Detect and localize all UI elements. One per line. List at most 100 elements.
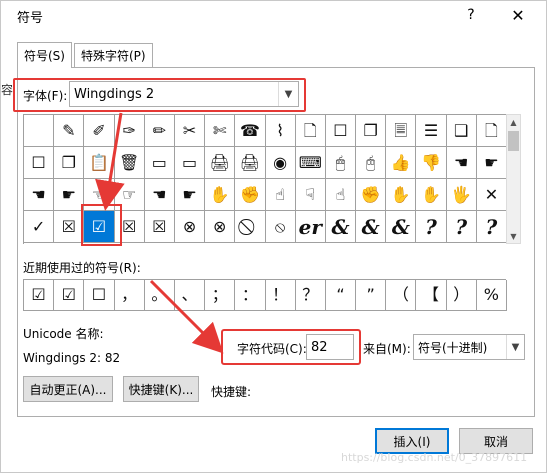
background-char: 容	[1, 83, 14, 97]
symbol-dialog: 符号 ? ✕ 容 符号(S) 特殊字符(P) 字体(F): Wingdings …	[0, 0, 547, 473]
from-value: 符号(十进制)	[418, 340, 488, 355]
symbol-cell[interactable]: ✂	[174, 115, 206, 147]
recent-symbol-cell[interactable]: 【	[416, 280, 447, 311]
symbol-cell[interactable]: ❑	[446, 115, 477, 147]
recent-symbol-cell[interactable]: 、	[174, 280, 206, 311]
symbol-cell[interactable]: ▭	[144, 147, 175, 179]
symbol-cell[interactable]: ✐	[84, 115, 115, 147]
shortcut-key-button[interactable]: 快捷键(K)...	[123, 376, 199, 402]
symbol-cell[interactable]: ☚	[144, 179, 175, 211]
symbol-cell[interactable]: ☒	[144, 211, 175, 243]
symbol-cell[interactable]: ✄	[205, 115, 236, 147]
recent-symbol-cell[interactable]: 。	[144, 280, 175, 311]
scroll-down-icon[interactable]: ▼	[507, 229, 520, 243]
symbol-cell[interactable]: ?	[446, 211, 477, 243]
symbol-cell[interactable]: ?	[416, 211, 447, 243]
symbol-cell[interactable]: ☛	[174, 179, 206, 211]
symbol-cell[interactable]: ⃠	[235, 211, 266, 243]
symbol-cell[interactable]: ✎	[54, 115, 85, 147]
symbol-cell[interactable]: 🖱	[325, 147, 357, 179]
symbol-cell[interactable]: ⌇	[265, 115, 296, 147]
symbol-cell[interactable]: ☒	[54, 211, 85, 243]
symbol-cell[interactable]: 🗑	[114, 147, 145, 179]
tab-symbols[interactable]: 符号(S)	[17, 42, 72, 68]
from-select[interactable]: 符号(十进制) ▼	[413, 334, 525, 360]
symbol-cell[interactable]: 🗋	[476, 115, 507, 147]
recent-symbol-cell[interactable]: ”	[356, 280, 387, 311]
code-description: Wingdings 2: 82	[23, 351, 121, 365]
autocorrect-button[interactable]: 自动更正(A)...	[23, 376, 113, 402]
symbol-cell[interactable]: ⌨	[295, 147, 326, 179]
symbol-cell[interactable]: ☎	[235, 115, 266, 147]
font-highlight-box	[13, 78, 306, 112]
symbol-cell[interactable]: ✊	[235, 179, 266, 211]
symbol-cell[interactable]: ✋	[386, 179, 417, 211]
symbol-cell[interactable]: ☰	[416, 115, 447, 147]
symbol-cell[interactable]: ☛	[54, 179, 85, 211]
tab-special-characters[interactable]: 特殊字符(P)	[74, 43, 153, 67]
recent-symbol-cell[interactable]: （	[386, 280, 417, 311]
watermark: https://blog.csdn.net/0_37897611	[341, 451, 528, 464]
symbol-grid-scrollbar[interactable]: ▲ ▼	[506, 114, 521, 244]
symbol-cell[interactable]: ?	[476, 211, 507, 243]
symbol-cell[interactable]: ☐	[325, 115, 357, 147]
symbol-cell[interactable]: 🖐	[446, 179, 477, 211]
symbol-cell[interactable]: ☛	[476, 147, 507, 179]
recent-symbol-cell[interactable]: ？	[295, 280, 326, 311]
symbol-cell[interactable]: ✓	[24, 211, 55, 243]
recent-symbol-cell[interactable]: ☐	[84, 280, 115, 311]
symbol-cell[interactable]: ⊗	[174, 211, 206, 243]
scroll-thumb[interactable]	[508, 131, 519, 151]
symbol-cell[interactable]: ☚	[24, 179, 55, 211]
symbol-cell[interactable]: ✕	[476, 179, 507, 211]
recent-symbol-cell[interactable]: “	[325, 280, 357, 311]
recent-symbol-cell[interactable]: ☑	[54, 280, 85, 311]
recent-symbol-cell[interactable]: ，	[114, 280, 145, 311]
recent-symbol-cell[interactable]: ）	[446, 280, 477, 311]
recent-symbols-label: 近期使用过的符号(R):	[23, 261, 141, 275]
unicode-name-label: Unicode 名称:	[23, 327, 104, 341]
close-button[interactable]: ✕	[503, 3, 533, 27]
recent-symbol-cell[interactable]: ；	[205, 280, 236, 311]
symbol-cell[interactable]: ⊗	[205, 211, 236, 243]
recent-symbol-cell[interactable]: ！	[265, 280, 296, 311]
symbol-cell[interactable]: ❐	[54, 147, 85, 179]
symbol-cell[interactable]: ✋	[416, 179, 447, 211]
symbol-cell[interactable]: ✏	[144, 115, 175, 147]
symbol-cell[interactable]: 🖨	[235, 147, 266, 179]
symbol-cell[interactable]: ✊	[356, 179, 387, 211]
symbol-cell[interactable]: 👍	[386, 147, 417, 179]
scroll-up-icon[interactable]: ▲	[507, 115, 520, 129]
symbol-cell[interactable]: 🗏	[386, 115, 417, 147]
symbol-cell[interactable]: 🗋	[295, 115, 326, 147]
help-button[interactable]: ?	[459, 3, 483, 27]
symbol-cell[interactable]: &	[386, 211, 417, 243]
symbol-cell[interactable]: ☝	[265, 179, 296, 211]
symbol-cell[interactable]: 📋	[84, 147, 115, 179]
chevron-down-icon[interactable]: ▼	[506, 335, 524, 359]
symbol-cell[interactable]: ☟	[295, 179, 326, 211]
dialog-title: 符号	[17, 11, 44, 26]
char-code-input[interactable]: 82	[306, 334, 354, 360]
recent-symbol-cell[interactable]: ☑	[24, 280, 55, 311]
symbol-cell[interactable]: ⦸	[265, 211, 296, 243]
symbol-cell[interactable]: 🖨	[205, 147, 236, 179]
symbol-cell[interactable]: 👎	[416, 147, 447, 179]
shortcut-label: 快捷键:	[211, 385, 252, 399]
symbol-cell[interactable]: ☚	[446, 147, 477, 179]
symbol-cell[interactable]: 🖰	[356, 147, 387, 179]
symbol-cell[interactable]	[24, 115, 55, 147]
recent-symbol-cell[interactable]: ：	[235, 280, 266, 311]
symbol-cell[interactable]: ☐	[24, 147, 55, 179]
recent-symbols-row: ☑ ☑ ☐，。、；：！？ “” （【）%	[23, 279, 507, 311]
symbol-cell[interactable]: ❐	[356, 115, 387, 147]
symbol-cell[interactable]: ▭	[174, 147, 206, 179]
symbol-cell[interactable]: ☝	[325, 179, 357, 211]
symbol-cell[interactable]: &	[356, 211, 387, 243]
recent-symbol-cell[interactable]: %	[476, 280, 507, 311]
symbol-cell[interactable]: ✋	[205, 179, 236, 211]
symbol-cell[interactable]: &	[325, 211, 357, 243]
symbol-cell[interactable]: er	[295, 211, 326, 243]
symbol-cell[interactable]: ✑	[114, 115, 145, 147]
symbol-cell[interactable]: ◉	[265, 147, 296, 179]
